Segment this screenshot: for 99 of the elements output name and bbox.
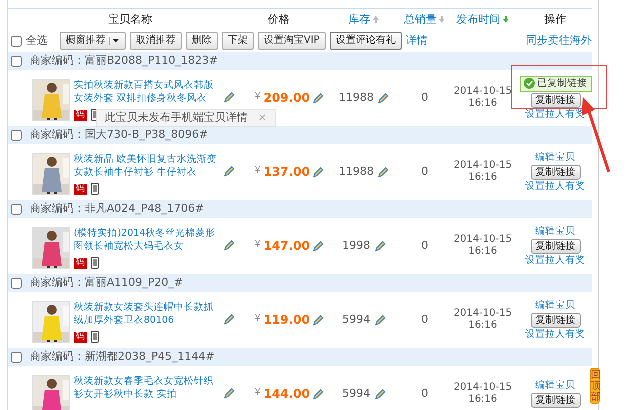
toolbar-button[interactable]: 设置评论有礼 — [330, 32, 402, 50]
sort-header[interactable]: 发布时间 — [447, 12, 519, 26]
currency-symbol: ¥ — [255, 92, 261, 104]
stock-count: 5994 — [342, 313, 370, 327]
pencil-icon[interactable] — [378, 92, 389, 104]
pencil-icon[interactable] — [313, 166, 324, 178]
sales-count: 0 — [420, 313, 430, 327]
tooltip-text: 此宝贝未发布手机端宝贝详情 — [105, 111, 248, 125]
edit-link[interactable]: 编辑宝贝 — [536, 300, 576, 312]
checkbox[interactable] — [11, 36, 22, 46]
copied-text: 已复制链接 — [538, 78, 588, 90]
pencil-icon[interactable] — [374, 240, 386, 252]
pencil-icon[interactable] — [374, 314, 386, 326]
checkbox[interactable] — [11, 352, 22, 362]
pencil-icon[interactable] — [313, 92, 324, 104]
sales-count: 0 — [420, 387, 430, 401]
phone-icon — [91, 257, 99, 269]
pencil-icon[interactable] — [313, 388, 324, 400]
item-title[interactable]: 秋装新品 欧美怀旧复古水洗渐变女款长袖牛仔衬衫 牛仔衬衣 — [74, 153, 220, 179]
edit-link[interactable]: 编辑宝贝 — [536, 152, 576, 164]
merchant-code: 商家编码：富丽B2088_P110_1823# — [30, 54, 218, 68]
stock-count: 5994 — [342, 387, 370, 401]
stock-count: 1998 — [342, 239, 370, 253]
checkbox[interactable] — [11, 130, 22, 140]
stock-count: 11988 — [339, 91, 374, 105]
sales-count: 0 — [420, 91, 430, 105]
currency-symbol: ¥ — [255, 314, 261, 326]
phone-icon — [91, 183, 99, 195]
item-title[interactable]: 秋装新款女春季毛衣女宽松针织衫女开衫秋中长款 实拍 — [74, 375, 220, 401]
checkbox[interactable] — [11, 278, 22, 288]
copy-link-button[interactable]: 复制链接 — [530, 164, 580, 180]
merchant-code: 商家编码：新潮都2038_P45_1144# — [30, 350, 215, 364]
select-all-label: 全选 — [26, 34, 48, 48]
pencil-icon[interactable] — [378, 166, 389, 178]
sales-count: 0 — [420, 239, 430, 253]
code-badge: 码 — [74, 332, 87, 342]
code-badge: 码 — [74, 258, 87, 268]
item-title[interactable]: 实拍秋装新款百搭女式风衣韩版女装外套 双排扣修身秋冬风衣 — [74, 79, 220, 105]
merchant-code: 商家编码：非凡A024_P48_1706# — [30, 202, 204, 216]
pencil-icon[interactable] — [224, 92, 235, 103]
reward-link[interactable]: 设置拉人有奖 — [526, 254, 586, 266]
pencil-icon[interactable] — [313, 240, 324, 252]
edit-link[interactable]: 编辑宝贝 — [536, 380, 576, 392]
stock-count: 11988 — [339, 165, 374, 179]
copy-link-button[interactable]: 复制链接 — [530, 238, 580, 254]
currency-symbol: ¥ — [255, 166, 261, 178]
currency-symbol: ¥ — [255, 388, 261, 400]
price: 147.00 — [264, 238, 310, 254]
toolbar-button[interactable]: 取消推荐 — [130, 32, 182, 50]
price: 144.00 — [264, 386, 310, 402]
toolbar-button[interactable]: 下架 — [222, 32, 254, 50]
publish-date: 2014-10-15 — [452, 86, 514, 98]
price: 137.00 — [264, 164, 310, 180]
sync-link[interactable]: 同步卖往海外 — [526, 34, 592, 48]
currency-symbol: ¥ — [255, 240, 261, 252]
code-badge: 码 — [74, 184, 87, 194]
publish-date: 2014-10-15 — [452, 382, 514, 394]
publish-time: 16:16 — [468, 172, 498, 184]
price: 209.00 — [264, 90, 310, 106]
pencil-icon[interactable] — [224, 314, 235, 325]
pencil-icon[interactable] — [224, 240, 235, 251]
phone-icon — [91, 331, 99, 343]
price: 119.00 — [264, 312, 310, 328]
checkbox[interactable] — [11, 56, 22, 66]
publish-date: 2014-10-15 — [452, 308, 514, 320]
copy-link-button[interactable]: 复制链接 — [530, 312, 580, 328]
reward-link[interactable]: 设置拉人有奖 — [526, 180, 586, 192]
details-link[interactable]: 详情 — [406, 34, 428, 48]
reward-link[interactable]: 设置拉人有奖 — [526, 328, 586, 340]
sort-header[interactable]: 总销量 — [403, 12, 447, 26]
edit-link[interactable]: 编辑宝贝 — [536, 226, 576, 238]
column-header: 价格 — [267, 12, 291, 26]
publish-time: 16:16 — [468, 320, 498, 332]
caret-icon — [109, 37, 120, 45]
toolbar-button[interactable]: 删除 — [186, 32, 218, 50]
pencil-icon[interactable] — [224, 388, 235, 399]
publish-date: 2014-10-15 — [452, 160, 514, 172]
sales-count: 0 — [420, 165, 430, 179]
merchant-code: 商家编码：富丽A1109_P20_# — [30, 276, 184, 290]
toolbar-button[interactable]: 设置淘宝VIP — [258, 32, 326, 50]
dropdown-button[interactable]: 橱窗推荐 — [60, 32, 126, 50]
sort-header[interactable]: 库存 — [325, 12, 403, 26]
column-header: 操作 — [544, 12, 568, 26]
publish-time: 16:16 — [468, 98, 498, 110]
column-header: 宝贝名称 — [108, 12, 154, 26]
code-badge: 码 — [74, 110, 87, 120]
item-title[interactable]: (模特实拍)2014秋冬丝光棉菱形图领长袖宽松大码毛衣女 — [74, 227, 220, 253]
pencil-icon[interactable] — [313, 314, 324, 326]
publish-date: 2014-10-15 — [452, 234, 514, 246]
check-icon — [524, 78, 534, 90]
copy-link-button[interactable]: 复制链接 — [530, 392, 580, 408]
checkbox[interactable] — [11, 204, 22, 214]
item-title[interactable]: 秋装新款女装套头连帽中长款抓绒加厚外套卫衣80106 — [74, 301, 220, 327]
copy-link-button[interactable]: 复制链接 — [530, 92, 580, 108]
pencil-icon[interactable] — [224, 166, 235, 177]
pencil-icon[interactable] — [374, 388, 386, 400]
merchant-code: 商家编码：国大730-B_P38_8096# — [30, 128, 208, 142]
publish-time: 16:16 — [468, 394, 498, 406]
publish-time: 16:16 — [468, 246, 498, 258]
